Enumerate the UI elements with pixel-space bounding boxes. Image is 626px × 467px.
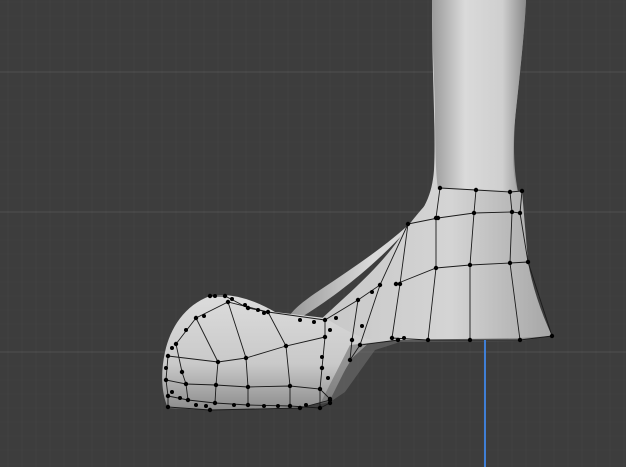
mesh-vertex[interactable] xyxy=(312,320,316,324)
mesh-vertex[interactable] xyxy=(473,187,479,193)
mesh-vertex[interactable] xyxy=(207,407,213,413)
mesh-vertex[interactable] xyxy=(170,390,174,394)
mesh-vertex[interactable] xyxy=(225,299,231,305)
mesh-vertex[interactable] xyxy=(230,297,234,301)
mesh-vertex[interactable] xyxy=(507,189,513,195)
mesh-vertex[interactable] xyxy=(334,316,338,320)
mesh-vertex[interactable] xyxy=(425,337,431,343)
mesh-vertex[interactable] xyxy=(212,400,218,406)
mesh-vertex[interactable] xyxy=(173,341,179,347)
mesh-vertex[interactable] xyxy=(179,369,185,375)
mesh-vertex[interactable] xyxy=(360,324,364,328)
mesh-vertex[interactable] xyxy=(377,282,383,288)
mesh-vertex[interactable] xyxy=(287,403,293,409)
mesh-vertex[interactable] xyxy=(184,328,188,332)
mesh-vertex[interactable] xyxy=(262,311,266,315)
mesh-vertex[interactable] xyxy=(170,346,174,350)
mesh-vertex[interactable] xyxy=(165,353,171,359)
mesh-vertex[interactable] xyxy=(222,293,228,299)
mesh-vertex[interactable] xyxy=(405,221,411,227)
mesh-vertex[interactable] xyxy=(204,404,208,408)
mesh-vertex[interactable] xyxy=(178,396,182,400)
mesh-vertex[interactable] xyxy=(433,215,439,221)
mesh-vertex[interactable] xyxy=(326,376,330,380)
mesh-vertex[interactable] xyxy=(327,397,333,403)
mesh-vertex[interactable] xyxy=(164,366,168,370)
mesh-vertex[interactable] xyxy=(471,210,477,216)
mesh-vertex[interactable] xyxy=(517,210,523,216)
mesh-vertex[interactable] xyxy=(256,308,260,312)
mesh-vertex[interactable] xyxy=(393,281,399,287)
mesh-vertex[interactable] xyxy=(213,294,217,298)
mesh-vertex[interactable] xyxy=(283,343,289,349)
viewport-canvas[interactable] xyxy=(0,0,626,467)
mesh-vertex[interactable] xyxy=(243,355,249,361)
mesh-vertex[interactable] xyxy=(245,384,251,390)
mesh-vertex[interactable] xyxy=(355,297,361,303)
mesh-vertex[interactable] xyxy=(347,357,353,363)
mesh-vertex[interactable] xyxy=(320,355,324,359)
mesh-vertex[interactable] xyxy=(207,293,213,299)
mesh-vertex[interactable] xyxy=(507,260,513,266)
mesh-vertex[interactable] xyxy=(287,383,293,389)
mesh-vertex[interactable] xyxy=(467,337,473,343)
mesh-vertex[interactable] xyxy=(319,365,325,371)
mesh-vertex[interactable] xyxy=(243,303,247,307)
mesh-vertex[interactable] xyxy=(165,393,171,399)
mesh-vertex[interactable] xyxy=(357,342,363,348)
mesh-vertex[interactable] xyxy=(298,318,302,322)
mesh-vertex[interactable] xyxy=(328,328,332,332)
mesh-vertex[interactable] xyxy=(370,290,374,294)
mesh-vertex[interactable] xyxy=(349,337,355,343)
mesh-vertex[interactable] xyxy=(322,317,328,323)
mesh-vertex[interactable] xyxy=(517,337,523,343)
mesh-vertex[interactable] xyxy=(509,209,515,215)
mesh-vertex[interactable] xyxy=(194,403,198,407)
mesh-vertex[interactable] xyxy=(265,309,271,315)
mesh-vertex[interactable] xyxy=(525,259,531,265)
mesh-vertex[interactable] xyxy=(467,262,473,268)
mesh-vertex[interactable] xyxy=(276,404,280,408)
mesh-vertex[interactable] xyxy=(304,403,308,407)
mesh-vertex[interactable] xyxy=(193,315,199,321)
mesh-vertex[interactable] xyxy=(433,265,439,271)
mesh-vertex[interactable] xyxy=(232,403,236,407)
3d-viewport[interactable] xyxy=(0,0,626,467)
mesh-vertex[interactable] xyxy=(245,305,251,311)
mesh-vertex[interactable] xyxy=(165,404,171,410)
mesh-vertex[interactable] xyxy=(297,405,303,411)
mesh-vertex[interactable] xyxy=(389,335,395,341)
mesh-vertex[interactable] xyxy=(202,314,206,318)
mesh-vertex[interactable] xyxy=(245,402,251,408)
mesh-vertex[interactable] xyxy=(183,381,189,387)
mesh-vertex[interactable] xyxy=(185,397,191,403)
mesh-vertex[interactable] xyxy=(397,281,403,287)
mesh-vertex[interactable] xyxy=(549,333,555,339)
mesh-vertex[interactable] xyxy=(437,185,443,191)
mesh-vertex[interactable] xyxy=(317,405,323,411)
mesh-vertex[interactable] xyxy=(215,359,221,365)
leg-shin-mesh xyxy=(432,0,526,192)
mesh-vertex[interactable] xyxy=(322,334,328,340)
mesh-vertex[interactable] xyxy=(519,188,525,194)
mesh-vertex[interactable] xyxy=(163,377,169,383)
mesh-vertex[interactable] xyxy=(395,337,401,343)
mesh-vertex[interactable] xyxy=(262,404,266,408)
mesh-vertex[interactable] xyxy=(402,336,406,340)
mesh-vertex[interactable] xyxy=(317,386,323,392)
mesh-vertex[interactable] xyxy=(213,382,219,388)
